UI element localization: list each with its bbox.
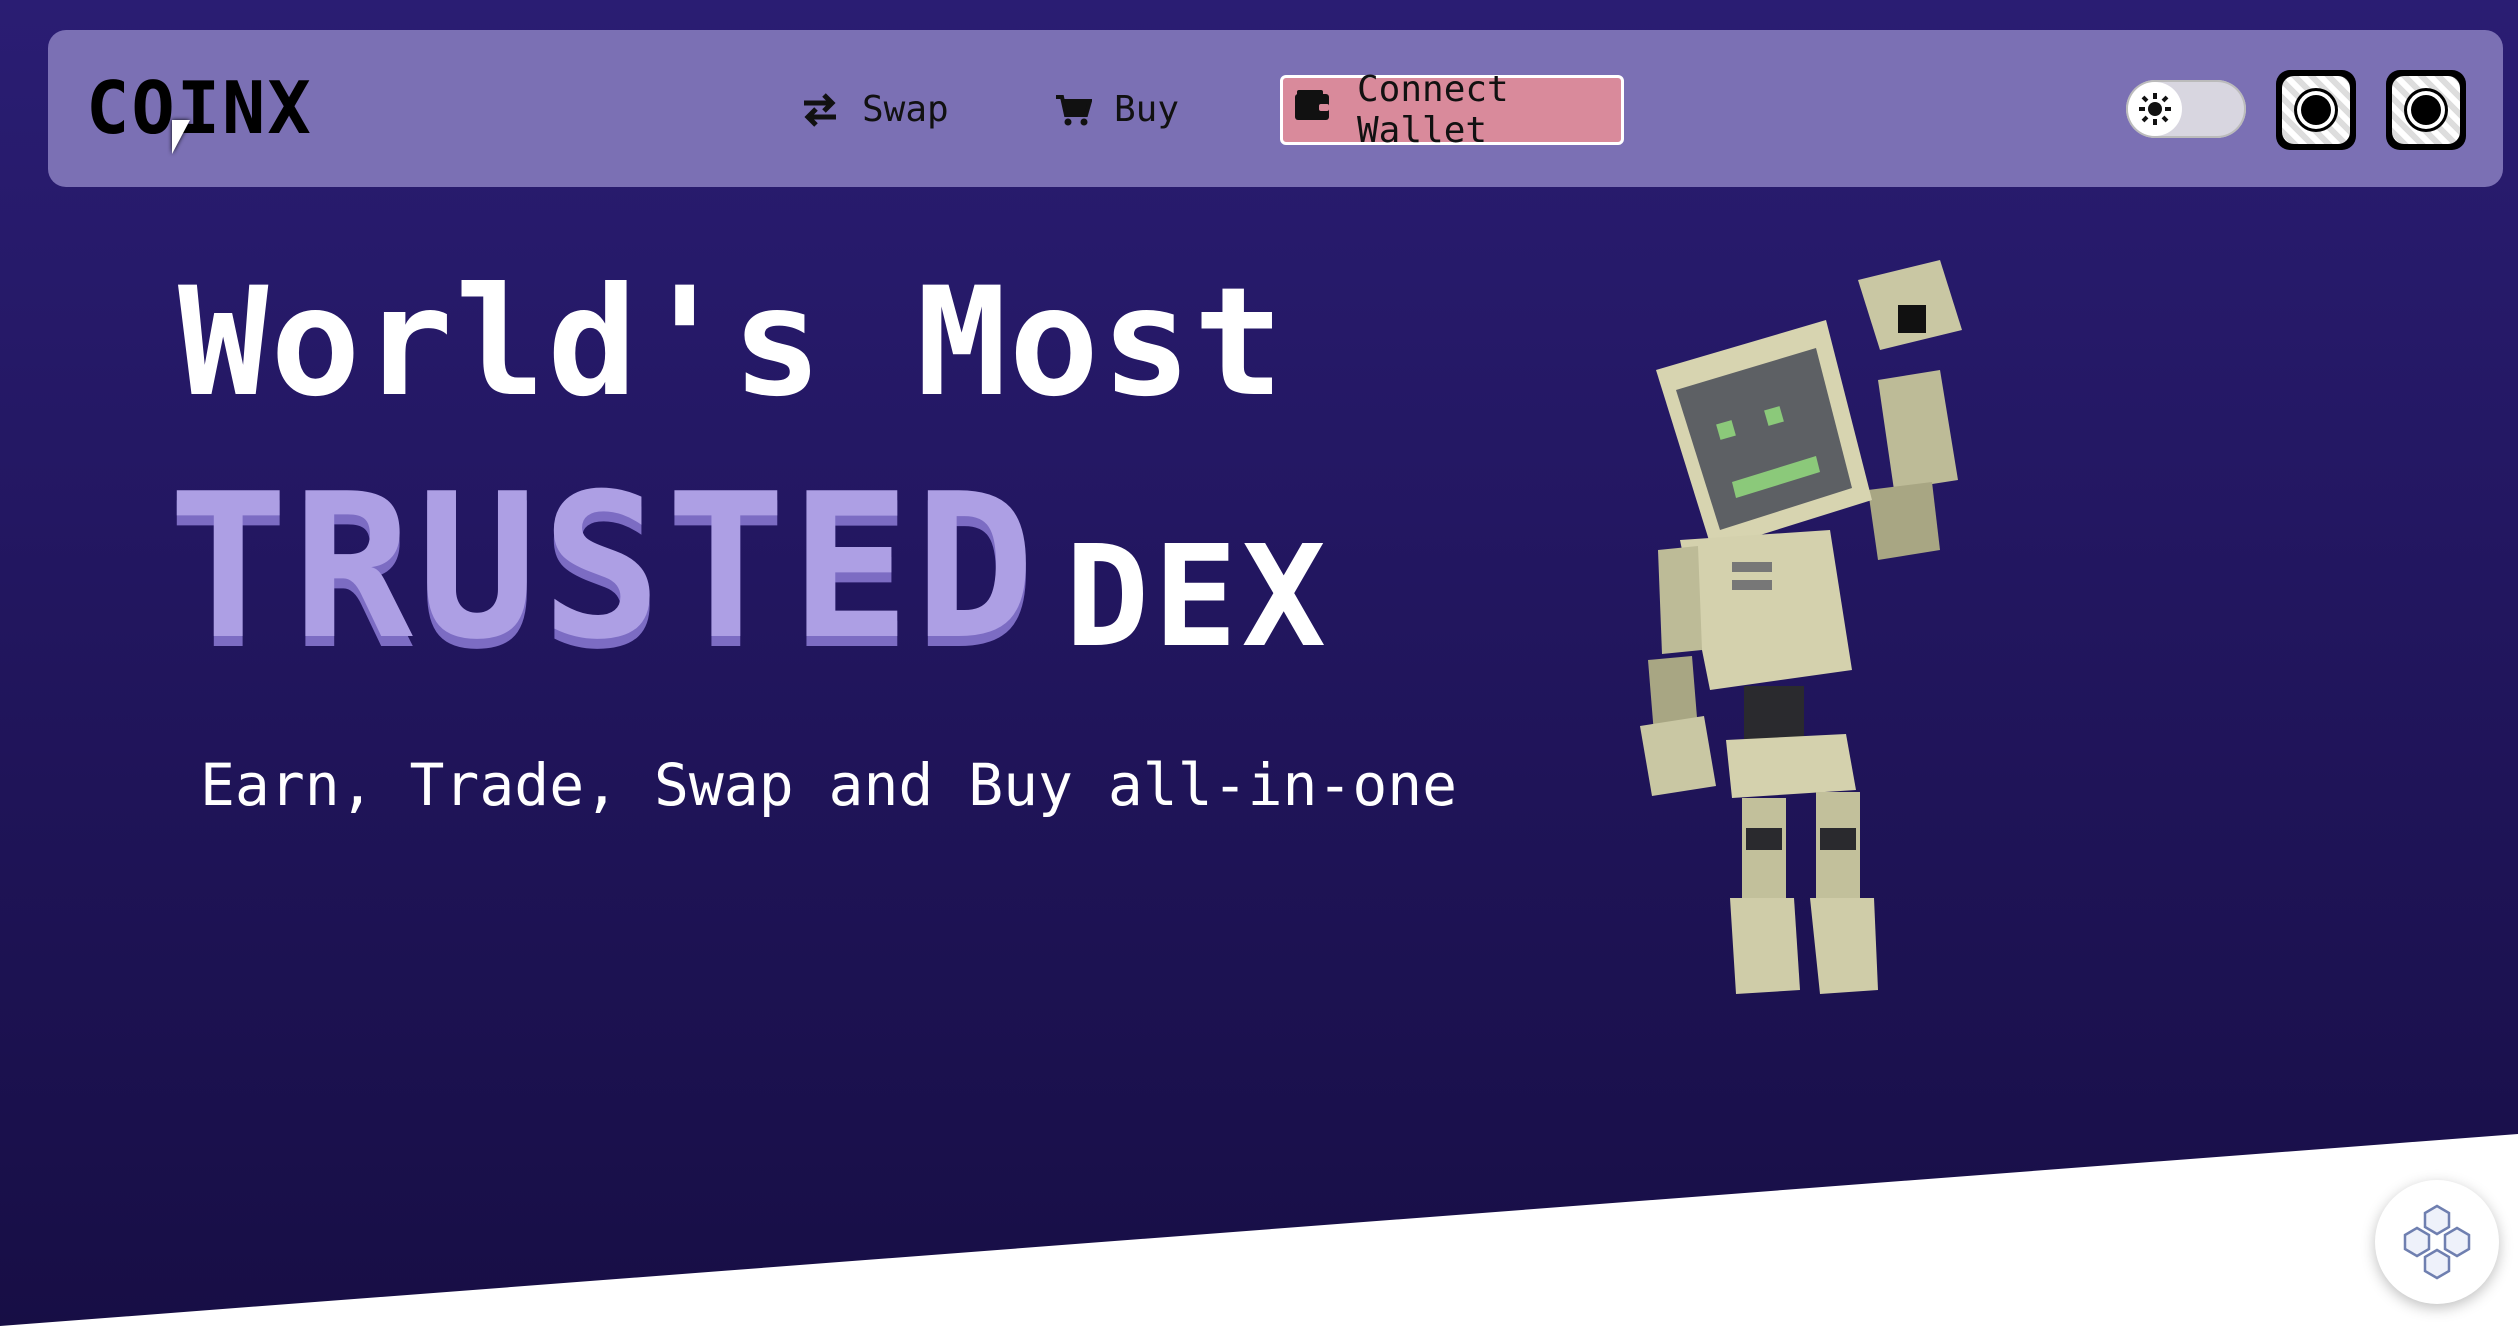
swap-arrows-icon: [800, 93, 840, 127]
connect-wallet-button[interactable]: Connect Wallet: [1280, 69, 1624, 151]
nav-buy[interactable]: Buy: [1054, 88, 1179, 132]
robot-illustration: [1640, 260, 1962, 994]
top-navbar: COINX Swap Buy Connect Wallet: [48, 30, 2503, 187]
nav-buy-label: Buy: [1114, 89, 1180, 130]
theme-toggle[interactable]: [2126, 80, 2246, 138]
social-button-1[interactable]: [2276, 70, 2356, 150]
hero-title-highlight: TRUSTED: [168, 451, 1039, 684]
floating-action-button[interactable]: [2375, 1180, 2499, 1304]
blocks-logo-icon: [2403, 1204, 2471, 1280]
social-icon: [2282, 76, 2350, 144]
wallet-icon: [1293, 89, 1333, 131]
hero-subtitle: Earn, Trade, Swap and Buy all-in-one: [200, 751, 1458, 819]
section-divider: [0, 1134, 2518, 1326]
connect-wallet-label: Connect Wallet: [1357, 69, 1509, 151]
nav-swap-label: Swap: [862, 89, 949, 130]
social-button-2[interactable]: [2386, 70, 2466, 150]
sun-icon: [2128, 82, 2182, 136]
social-icon: [2392, 76, 2460, 144]
logo[interactable]: COINX: [86, 72, 313, 144]
mouse-cursor-icon: [172, 120, 190, 154]
hero-title-line1: World's Most: [178, 256, 1286, 430]
hero-title-suffix: DEX: [1065, 516, 1330, 679]
cart-icon: [1054, 93, 1092, 127]
nav-swap[interactable]: Swap: [800, 88, 949, 132]
